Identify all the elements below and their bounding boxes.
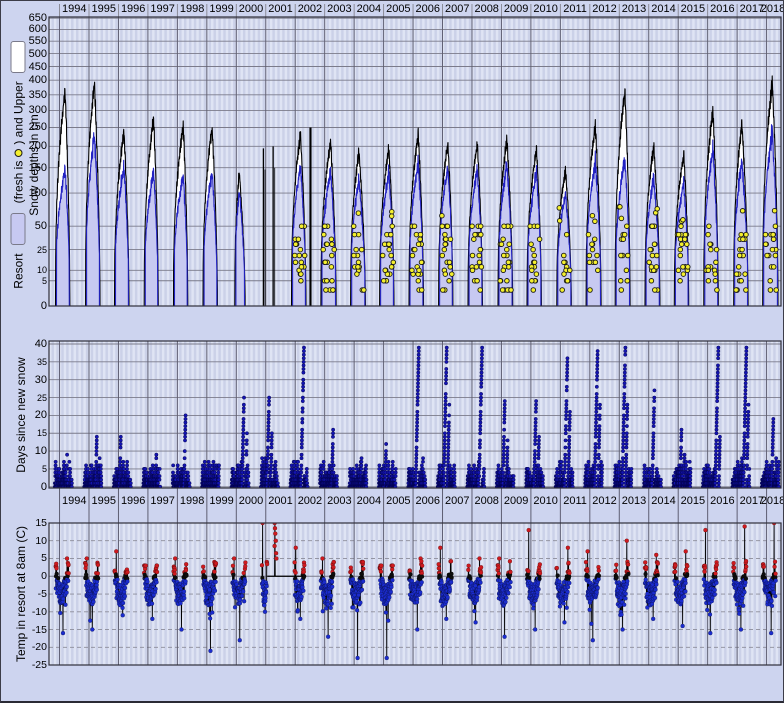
year-label-top: 2014: [647, 3, 679, 16]
snow-ytick-label: 25: [11, 245, 47, 255]
year-label-mid: 2000: [235, 495, 267, 508]
year-label-mid: 2008: [471, 495, 503, 508]
snow-ytick-label: 600: [11, 23, 47, 35]
year-label-top: 1994: [58, 3, 90, 16]
snow-ytick-label: 550: [11, 35, 47, 47]
year-label-top: 2007: [441, 3, 473, 16]
days-ytick-label: 30: [11, 374, 47, 386]
year-label-mid: 2011: [559, 495, 591, 508]
temp-ytick-label: -5: [11, 588, 47, 600]
days-ytick-label: 5: [11, 464, 47, 474]
days-ytick-label: 40: [11, 338, 47, 350]
year-label-top: 2006: [412, 3, 444, 16]
snow-ytick-label: 200: [11, 140, 47, 152]
year-label-top: 1998: [176, 3, 208, 16]
temp-ytick-label: 15: [11, 517, 47, 529]
temp-ytick-label: -15: [11, 624, 47, 636]
year-label-mid: 1998: [176, 495, 208, 508]
temp-ytick-label: -25: [11, 659, 47, 671]
year-label-mid: 1997: [147, 495, 179, 508]
temp-ytick-label: 10: [11, 535, 47, 547]
snow-ytick-label: 5: [11, 276, 47, 286]
year-label-top: 2002: [294, 3, 326, 16]
year-label-mid: 1994: [58, 495, 90, 508]
year-label-top: 2018: [757, 3, 784, 16]
year-label-top: 2005: [382, 3, 414, 16]
year-label-top: 2016: [706, 3, 738, 16]
temp-ytick-label: -20: [11, 641, 47, 653]
year-label-mid: 1996: [117, 495, 149, 508]
snow-ytick-label: 50: [11, 220, 47, 232]
snow-ytick-label: 300: [11, 104, 47, 116]
snow-ytick-label: 500: [11, 48, 47, 60]
snow-ytick-label: 10: [11, 265, 47, 275]
snow-ytick-label: 400: [11, 74, 47, 86]
snow-ytick-label: 250: [11, 121, 47, 133]
year-label-mid: 1999: [206, 495, 238, 508]
year-label-top: 2015: [677, 3, 709, 16]
year-label-top: 2003: [323, 3, 355, 16]
days-ytick-label: 15: [11, 428, 47, 438]
year-label-top: 2009: [500, 3, 532, 16]
days-ytick-label: 35: [11, 357, 47, 367]
year-label-mid: 2014: [647, 495, 679, 508]
temp-ytick-label: 5: [11, 552, 47, 564]
year-label-mid: 2006: [412, 495, 444, 508]
year-label-mid: 2001: [264, 495, 296, 508]
year-label-mid: 2010: [530, 495, 562, 508]
year-label-top: 2012: [589, 3, 621, 16]
temp-ytick-label: 0: [11, 570, 47, 582]
year-label-top: 1995: [88, 3, 120, 16]
year-label-mid: 2002: [294, 495, 326, 508]
year-label-top: 2010: [530, 3, 562, 16]
year-label-mid: 2016: [706, 495, 738, 508]
year-label-top: 2004: [353, 3, 385, 16]
days-ytick-label: 0: [11, 481, 47, 493]
year-label-top: 2000: [235, 3, 267, 16]
days-ytick-label: 10: [11, 445, 47, 457]
snow-ytick-label: 100: [11, 187, 47, 199]
temp-ytick-label: -10: [11, 606, 47, 618]
year-label-mid: 1995: [88, 495, 120, 508]
snow-ytick-label: 350: [11, 89, 47, 101]
year-label-mid: 2007: [441, 495, 473, 508]
year-label-mid: 2013: [618, 495, 650, 508]
year-label-top: 2013: [618, 3, 650, 16]
year-label-top: 1999: [206, 3, 238, 16]
days-ytick-label: 20: [11, 409, 47, 421]
snow-history-figure: Resort (fresh is ) and Upper Snow depths…: [0, 0, 784, 703]
year-label-mid: 2015: [677, 495, 709, 508]
snow-ytick-label: 150: [11, 162, 47, 174]
year-label-top: 2011: [559, 3, 591, 16]
year-label-top: 2008: [471, 3, 503, 16]
snow-ytick-label: 450: [11, 61, 47, 73]
year-label-mid: 2004: [353, 495, 385, 508]
year-label-top: 1996: [117, 3, 149, 16]
year-label-top: 2001: [264, 3, 296, 16]
snow-ytick-label: 0: [11, 300, 47, 312]
year-label-mid: 2009: [500, 495, 532, 508]
snow-ytick-label: 650: [11, 12, 47, 24]
plot-canvas: [1, 1, 784, 703]
days-ytick-label: 25: [11, 393, 47, 403]
year-label-mid: 2012: [589, 495, 621, 508]
year-label-mid: 2018: [757, 495, 784, 508]
year-label-mid: 2003: [323, 495, 355, 508]
year-label-top: 1997: [147, 3, 179, 16]
year-label-mid: 2005: [382, 495, 414, 508]
